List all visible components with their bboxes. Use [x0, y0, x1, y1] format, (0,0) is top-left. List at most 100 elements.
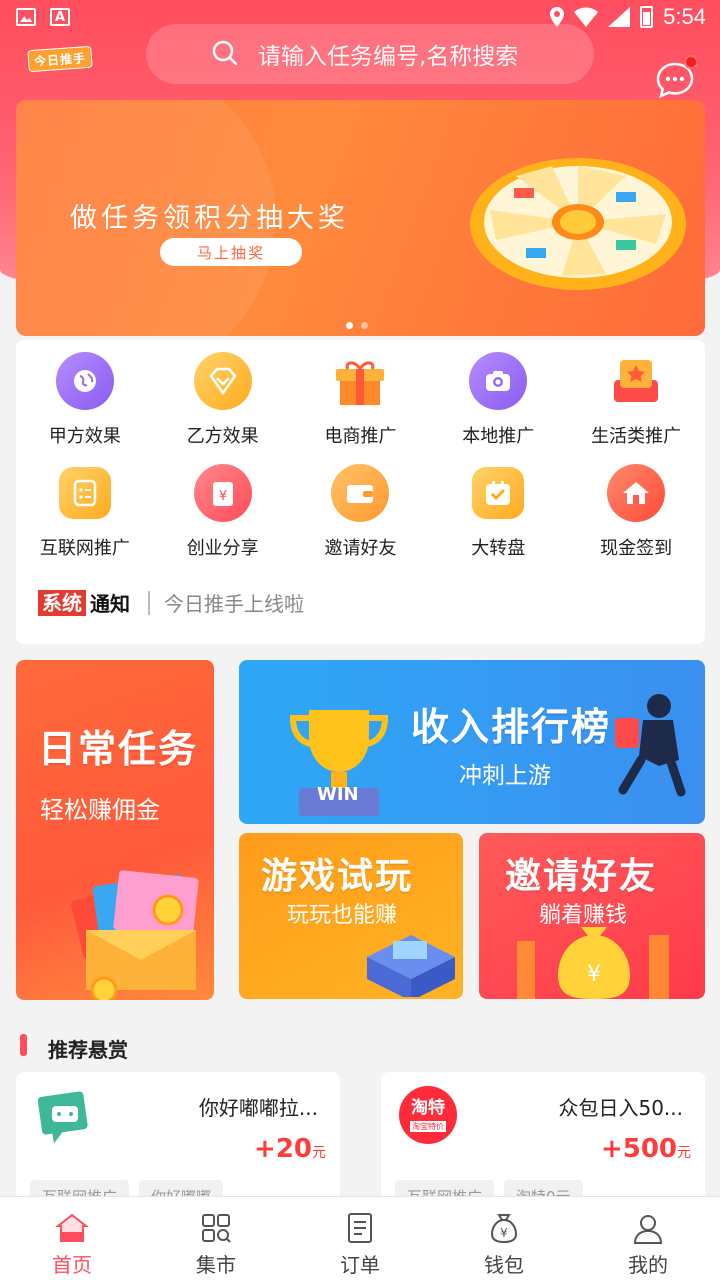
arcade-machine-icon	[367, 935, 455, 997]
system-notice[interactable]: 系统 通知 今日推手上线啦	[38, 588, 304, 617]
recommend-section: 推荐悬赏 你好嘟嘟拉... +20元 互联网推广 你好嘟嘟 淘特 淘宝特价 众包…	[0, 1016, 720, 1212]
search-icon	[212, 40, 238, 66]
grid-search-icon	[202, 1214, 231, 1243]
svg-text:¥: ¥	[219, 489, 227, 504]
category-label: 邀请好友	[324, 538, 397, 559]
tab-profile[interactable]: 我的	[576, 1197, 720, 1280]
category-item[interactable]: 甲方效果	[16, 352, 154, 448]
reward-price-unit: 元	[312, 1145, 326, 1161]
tab-label: 我的	[628, 1253, 668, 1277]
user-icon	[633, 1215, 663, 1244]
wifi-icon	[574, 7, 599, 27]
unread-dot	[684, 55, 698, 69]
category-label: 创业分享	[186, 538, 259, 559]
svg-text:¥: ¥	[587, 962, 601, 987]
carousel-dot-1[interactable]	[346, 322, 353, 329]
tab-label: 首页	[52, 1253, 92, 1277]
category-label: 现金签到	[600, 538, 673, 559]
notice-text: 今日推手上线啦	[164, 592, 304, 616]
promo-banner[interactable]: 做任务领积分抽大奖 马上抽奖	[16, 100, 705, 336]
bottom-tab-bar: 首页 集市 订单 ¥ 钱包 我的	[0, 1196, 720, 1280]
reward-name: 众包日入50...	[558, 1096, 683, 1120]
notice-badge: 系统 通知	[38, 588, 134, 617]
lottery-button[interactable]: 马上抽奖	[160, 238, 302, 266]
banner-title: 做任务领积分抽大奖	[70, 203, 349, 234]
category-item[interactable]: ¥ 创业分享	[154, 464, 292, 560]
reward-card[interactable]: 你好嘟嘟拉... +20元 互联网推广 你好嘟嘟	[16, 1072, 340, 1212]
reward-price-value: +20	[254, 1134, 312, 1164]
invite-friends-card[interactable]: 邀请好友 躺着赚钱 ¥	[479, 833, 705, 999]
tab-home[interactable]: 首页	[0, 1197, 144, 1280]
svg-text:¥: ¥	[500, 1226, 508, 1240]
category-card: 甲方效果 乙方效果 电商推广 本地推广 生活类推广 互联网推广 ¥ 创业分享 邀…	[16, 340, 705, 644]
tab-market[interactable]: 集市	[144, 1197, 288, 1280]
category-label: 电商推广	[324, 426, 397, 447]
taote-logo-icon: 淘特 淘宝特价	[399, 1086, 457, 1144]
reward-price: +500元	[601, 1134, 691, 1164]
reward-price-value: +500	[600, 1134, 677, 1164]
category-item[interactable]: 本地推广	[429, 352, 567, 448]
game-trial-title: 游戏试玩	[261, 856, 414, 897]
daily-task-subtitle: 轻松赚佣金	[40, 796, 160, 824]
money-bag-icon: ¥	[490, 1214, 518, 1244]
invite-title: 邀请好友	[505, 856, 658, 897]
category-item[interactable]: 乙方效果	[154, 352, 292, 448]
category-item[interactable]: 现金签到	[567, 464, 705, 560]
tab-label: 集市	[196, 1253, 236, 1277]
income-rank-subtitle: 冲刺上游	[459, 763, 551, 789]
gallery-notification-icon	[16, 8, 36, 26]
win-badge: WIN	[317, 784, 359, 805]
prize-wheel-icon	[470, 158, 686, 290]
search-input[interactable]: 请输入任务编号,名称搜索	[146, 24, 594, 84]
income-rank-title: 收入排行榜	[411, 705, 612, 749]
gift-icon	[331, 352, 389, 410]
trophy-icon	[289, 710, 389, 816]
income-rank-card[interactable]: 收入排行榜 冲刺上游 WIN	[239, 660, 705, 824]
daily-task-card[interactable]: 日常任务 轻松赚佣金	[16, 660, 214, 1000]
category-item[interactable]: 电商推广	[292, 352, 430, 448]
section-accent-bar	[20, 1034, 27, 1056]
battery-icon	[640, 6, 654, 28]
wallet-icon	[331, 464, 390, 522]
category-item[interactable]: 大转盘	[429, 464, 567, 560]
document-icon	[348, 1213, 372, 1243]
reward-card[interactable]: 淘特 淘宝特价 众包日入50... +500元 互联网推广 淘特0元	[381, 1072, 705, 1212]
tab-label: 钱包	[484, 1253, 524, 1277]
tab-orders[interactable]: 订单	[288, 1197, 432, 1280]
money-bag-icon: ¥	[517, 927, 669, 999]
tab-label: 订单	[340, 1253, 380, 1277]
reward-price: +20元	[254, 1134, 326, 1164]
notice-badge-black: 通知	[90, 592, 130, 616]
status-time: 5:54	[663, 4, 706, 29]
list-icon	[58, 467, 111, 519]
app-logo: 今日推手	[27, 45, 93, 73]
home-icon	[55, 1213, 89, 1242]
category-label: 本地推广	[462, 426, 535, 447]
reward-price-unit: 元	[677, 1145, 691, 1161]
diamond-icon	[193, 352, 252, 410]
category-item[interactable]: 邀请好友	[292, 464, 430, 560]
carousel-dots	[346, 322, 368, 329]
category-label: 乙方效果	[186, 426, 259, 447]
runner-figure-icon	[615, 694, 686, 797]
category-label: 互联网推广	[39, 538, 130, 559]
camera-icon	[469, 352, 528, 410]
signal-icon	[608, 7, 631, 27]
notice-badge-red: 系统	[38, 589, 86, 616]
reward-name: 你好嘟嘟拉...	[198, 1096, 318, 1120]
daily-task-title: 日常任务	[38, 727, 199, 771]
game-trial-card[interactable]: 游戏试玩 玩玩也能赚	[239, 833, 463, 999]
home-icon	[607, 464, 666, 522]
calendar-check-icon	[472, 467, 525, 519]
category-item[interactable]: 生活类推广	[567, 352, 705, 448]
category-grid: 甲方效果 乙方效果 电商推广 本地推广 生活类推广 互联网推广 ¥ 创业分享 邀…	[16, 352, 705, 560]
tab-wallet[interactable]: ¥ 钱包	[432, 1197, 576, 1280]
category-item[interactable]: 互联网推广	[16, 464, 154, 560]
recommend-title: 推荐悬赏	[48, 1038, 128, 1062]
globe-icon	[55, 352, 114, 410]
search-placeholder: 请输入任务编号,名称搜索	[258, 44, 519, 70]
category-label: 生活类推广	[591, 426, 682, 447]
carousel-dot-2[interactable]	[361, 322, 368, 329]
money-bag-icon: ¥	[193, 464, 252, 522]
money-envelope-icon	[70, 870, 199, 1000]
